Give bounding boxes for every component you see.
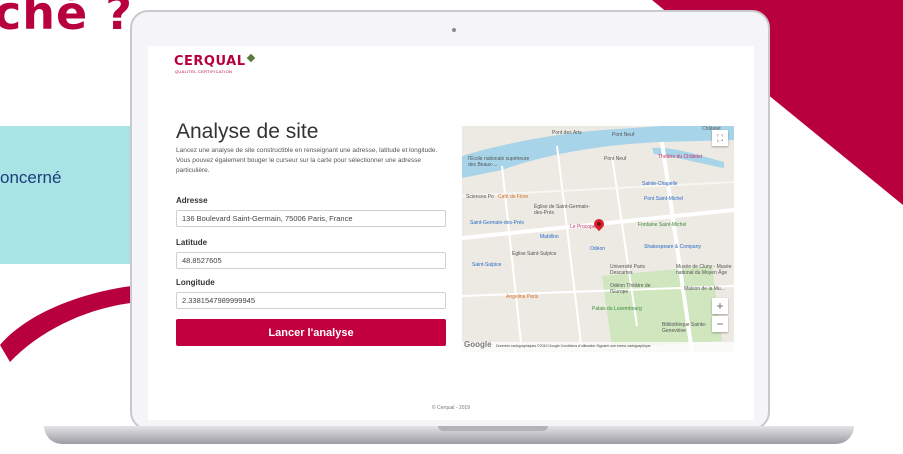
map-label-maison: Maison de la Mu... bbox=[684, 286, 725, 292]
map-label-universite: Université Paris Descartes bbox=[610, 264, 646, 276]
camera-dot bbox=[452, 28, 456, 32]
longitude-label: Longitude bbox=[176, 278, 215, 287]
map-label-bibliotheque: Bibliothèque Sainte-Geneviève bbox=[662, 322, 707, 334]
swoosh-shape bbox=[0, 285, 140, 362]
map-label-pont-saint-michel: Pont Saint-Michel bbox=[644, 196, 684, 202]
map-label-cafe-flore: Café de Flore bbox=[498, 194, 529, 200]
latitude-input[interactable] bbox=[176, 252, 446, 269]
map-label-saint-sulpice: Saint-Sulpice bbox=[472, 262, 502, 268]
map-label-angelina: Angelina Paris bbox=[506, 294, 539, 300]
fullscreen-icon[interactable]: ⛶ bbox=[712, 130, 728, 146]
map-label-theatre: Théâtre du Châtelet bbox=[658, 154, 703, 160]
map-label-le-procope: Le Procope bbox=[570, 224, 596, 230]
map-label-shakespeare: Shakespeare & Company bbox=[644, 244, 701, 250]
app-header: CERQUAL QUALITEL CERTIFICATION bbox=[148, 46, 754, 74]
page-title: Analyse de site bbox=[176, 120, 319, 143]
map-label-pont-des-arts: Pont des Arts bbox=[552, 130, 582, 136]
longitude-input[interactable] bbox=[176, 292, 446, 309]
map-label-pont-neuf: Pont Neuf bbox=[612, 132, 635, 138]
map-label-sciences-po: Sciences Po bbox=[466, 194, 494, 200]
map-label-fontaine: Fontaine Saint-Michel bbox=[638, 222, 687, 228]
map-label-sainte-chapelle: Sainte-Chapelle bbox=[642, 181, 678, 187]
map-label-palais: Palais du Luxembourg bbox=[592, 306, 642, 312]
laptop-notch bbox=[438, 426, 548, 431]
latitude-label: Latitude bbox=[176, 238, 208, 247]
map-label-eglise-sg: Église de Saint-Germain-des-Prés bbox=[534, 204, 590, 216]
map-view[interactable]: Pont des Arts Pont Neuf Châtelet l'École… bbox=[462, 126, 734, 352]
zoom-in-button[interactable]: + bbox=[712, 298, 728, 314]
zoom-out-button[interactable]: − bbox=[712, 316, 728, 332]
map-label-odeon: Odéon bbox=[590, 246, 606, 252]
google-logo: Google bbox=[464, 340, 492, 349]
launch-analysis-button[interactable]: Lancer l'analyse bbox=[176, 319, 446, 346]
map-label-ecole: l'École nationale supérieure des Beaux-.… bbox=[468, 156, 530, 168]
cerqual-logo[interactable]: CERQUAL bbox=[174, 53, 256, 69]
address-input[interactable] bbox=[176, 210, 446, 227]
logo-diamond-icon bbox=[247, 53, 256, 63]
laptop-lid: CERQUAL QUALITEL CERTIFICATION Analyse d… bbox=[130, 10, 770, 430]
map-label-saint-germain: Saint-Germain-des-Prés bbox=[470, 220, 524, 226]
page-description: Lancez une analyse de site constructible… bbox=[176, 147, 438, 174]
map-attribution-text[interactable]: Données cartographiques ©2019 Google Con… bbox=[496, 344, 651, 348]
map-label-eglise-ss: Église Saint-Sulpice bbox=[512, 251, 557, 257]
logo-subtitle: QUALITEL CERTIFICATION bbox=[175, 69, 233, 74]
rue-bonaparte bbox=[556, 145, 583, 352]
address-label: Adresse bbox=[176, 196, 208, 205]
map-label-pont-neuf-2: Pont Neuf bbox=[604, 156, 627, 162]
laptop-screen: CERQUAL QUALITEL CERTIFICATION Analyse d… bbox=[148, 46, 754, 420]
map-label-musee-cluny: Musée de Cluny - Musée national du Moyen… bbox=[676, 264, 732, 276]
map-label-mabillon: Mabillon bbox=[540, 234, 559, 240]
map-label-odeon-theatre: Odéon Théâtre de l'Europe bbox=[610, 283, 651, 295]
page-footer: © Cerqual - 2019 bbox=[431, 405, 471, 411]
laptop-base bbox=[44, 426, 854, 444]
